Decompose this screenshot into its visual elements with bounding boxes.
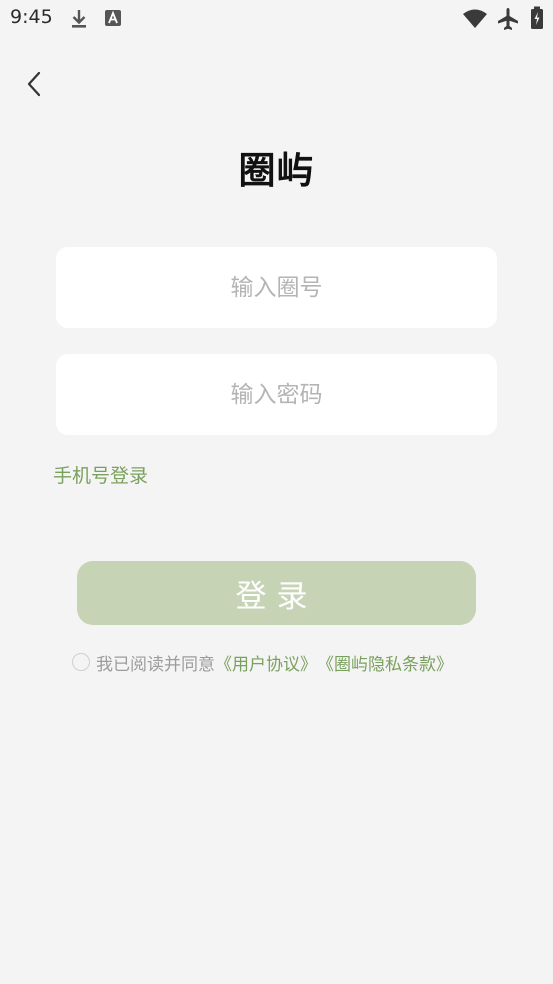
privacy-policy-link[interactable]: 《圈屿隐私条款》 bbox=[317, 650, 453, 675]
login-button[interactable]: 登录 bbox=[77, 561, 476, 625]
status-time: 9:45 bbox=[10, 6, 53, 28]
app-title: 圈屿 bbox=[238, 149, 315, 192]
agreement-checkbox[interactable] bbox=[72, 653, 90, 671]
back-button[interactable] bbox=[16, 66, 52, 106]
back-chevron-icon bbox=[26, 71, 42, 101]
font-a-icon bbox=[104, 9, 122, 31]
password-input[interactable] bbox=[56, 354, 497, 435]
circle-id-input[interactable] bbox=[56, 247, 497, 328]
password-field-container bbox=[56, 354, 497, 435]
battery-icon bbox=[530, 6, 544, 34]
user-agreement-link[interactable]: 《用户协议》 bbox=[215, 650, 317, 675]
agreement-row: 我已阅读并同意 《用户协议》 《圈屿隐私条款》 bbox=[72, 650, 453, 675]
phone-login-link[interactable]: 手机号登录 bbox=[53, 461, 148, 488]
airplane-mode-icon bbox=[497, 7, 519, 35]
circle-id-field-container bbox=[56, 247, 497, 328]
agreement-prefix-text: 我已阅读并同意 bbox=[96, 654, 215, 675]
wifi-icon bbox=[462, 9, 488, 33]
download-icon bbox=[70, 8, 88, 34]
status-bar: 9:45 bbox=[0, 0, 553, 36]
